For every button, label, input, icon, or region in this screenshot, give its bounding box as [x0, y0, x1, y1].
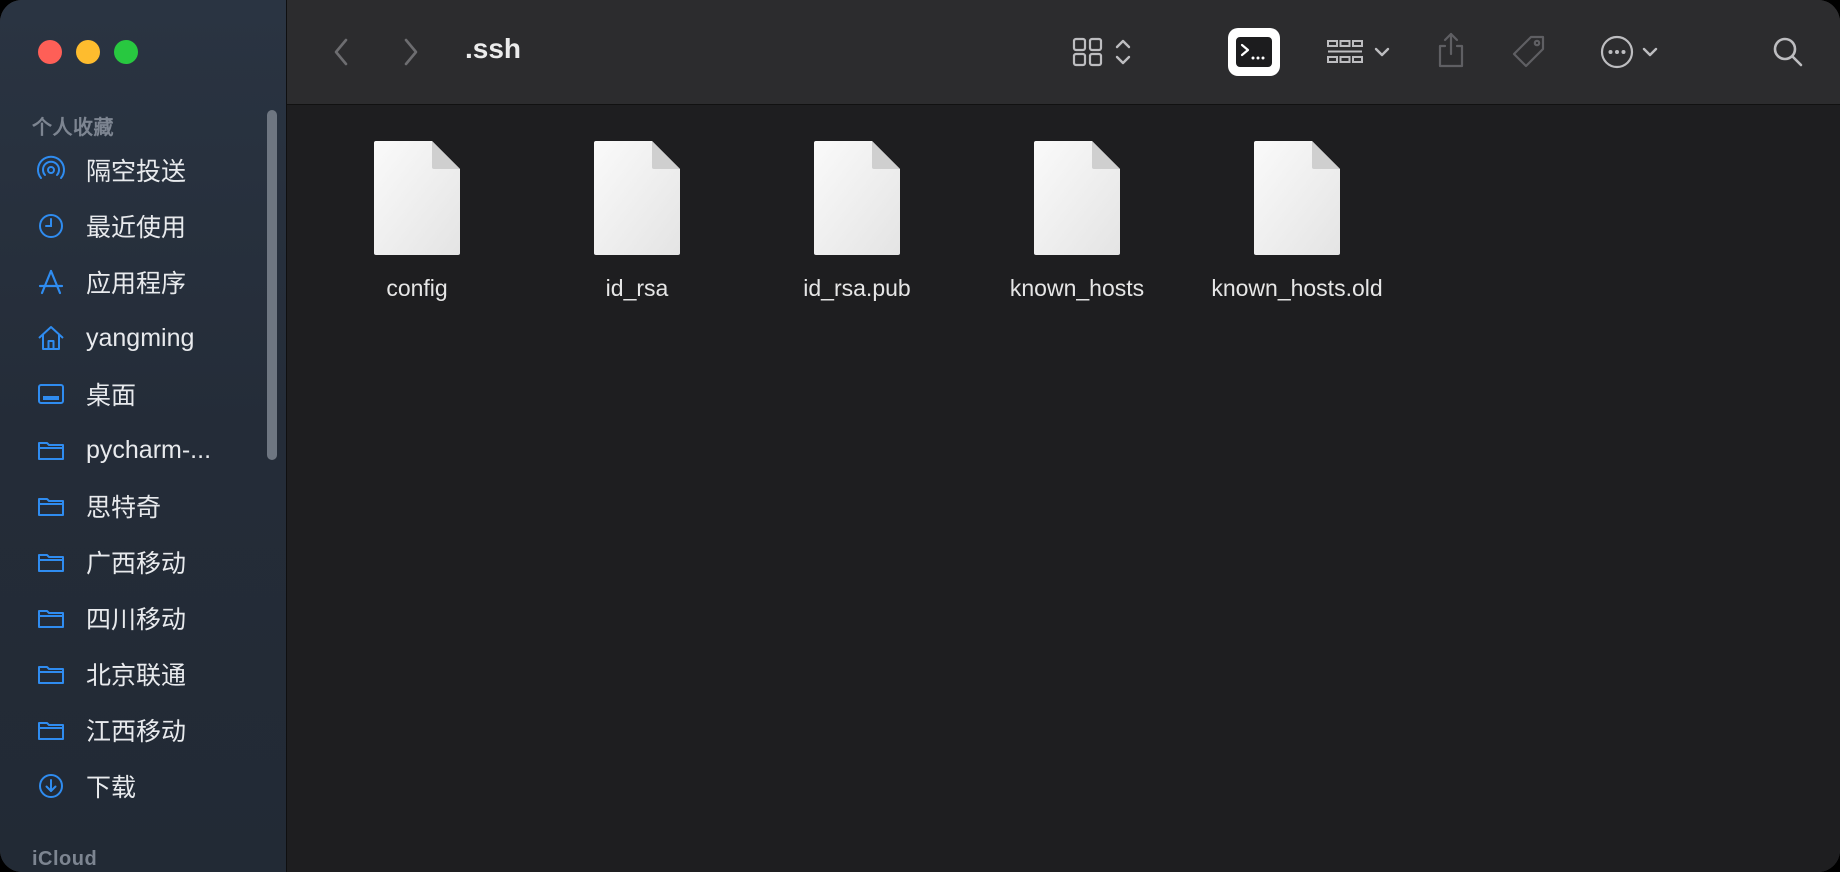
folder-icon	[36, 547, 66, 577]
sidebar-item-folder[interactable]: 四川移动	[0, 590, 270, 646]
chevron-left-icon	[334, 38, 348, 66]
sidebar-item-label: 思特奇	[86, 494, 162, 522]
sidebar-item-applications[interactable]: 应用程序	[0, 254, 270, 310]
folder-icon	[36, 659, 66, 689]
tag-button[interactable]	[1507, 30, 1551, 74]
file-name: config	[386, 275, 448, 301]
file-name: id_rsa	[605, 275, 669, 301]
download-icon	[36, 771, 66, 801]
file-browser: config id_rsa id_rsa.pub known_hosts kno…	[287, 105, 1840, 872]
sidebar-item-label: 北京联通	[86, 662, 187, 690]
sidebar-item-pycharm[interactable]: pycharm-...	[0, 422, 270, 478]
home-icon	[36, 323, 66, 353]
sidebar: 个人收藏 隔空投送 最近使用 应用程序 yangming 桌面 pycharm-…	[0, 0, 287, 872]
back-button[interactable]	[329, 34, 353, 70]
file-item[interactable]: id_rsa.pub	[757, 139, 957, 302]
chevron-down-icon	[1374, 47, 1390, 57]
sidebar-list: 隔空投送 最近使用 应用程序 yangming 桌面 pycharm-... 思…	[0, 142, 270, 814]
sidebar-item-recents[interactable]: 最近使用	[0, 198, 270, 254]
sidebar-item-home[interactable]: yangming	[0, 310, 270, 366]
airdrop-icon	[36, 155, 66, 185]
icon-grid-icon	[1072, 37, 1103, 67]
sidebar-item-label: 四川移动	[86, 606, 187, 634]
file-item[interactable]: known_hosts	[977, 139, 1177, 302]
folder-icon	[36, 435, 66, 465]
close-button[interactable]	[38, 40, 62, 64]
file-name: id_rsa.pub	[803, 275, 911, 301]
document-icon	[814, 141, 900, 255]
forward-button[interactable]	[399, 34, 423, 70]
sidebar-scrollbar[interactable]	[267, 110, 277, 460]
favorites-section-title: 个人收藏	[32, 117, 114, 139]
window-title: .ssh	[465, 33, 522, 64]
sidebar-item-folder[interactable]: 北京联通	[0, 646, 270, 702]
desktop-icon	[36, 379, 66, 409]
ellipsis-circle-icon	[1600, 35, 1634, 69]
view-mode-button[interactable]	[1064, 34, 1140, 70]
sidebar-item-label: 桌面	[86, 382, 137, 410]
chevron-down-icon	[1642, 47, 1658, 57]
sidebar-item-label: 最近使用	[86, 214, 187, 242]
search-icon	[1773, 37, 1803, 67]
sidebar-item-label: 江西移动	[86, 718, 187, 746]
sidebar-item-label: 隔空投送	[86, 158, 187, 186]
sidebar-item-folder[interactable]: 思特奇	[0, 478, 270, 534]
file-name: known_hosts.old	[1211, 275, 1383, 301]
tag-icon	[1512, 35, 1545, 68]
minimize-button[interactable]	[76, 40, 100, 64]
document-icon	[374, 141, 460, 255]
sidebar-item-desktop[interactable]: 桌面	[0, 366, 270, 422]
folder-icon	[36, 603, 66, 633]
icloud-section-title: iCloud	[32, 848, 98, 870]
group-icon	[1327, 40, 1363, 63]
terminal-button[interactable]	[1228, 28, 1280, 76]
folder-icon	[36, 491, 66, 521]
zoom-button[interactable]	[114, 40, 138, 64]
search-button[interactable]	[1766, 30, 1810, 74]
document-icon	[1254, 141, 1340, 255]
sidebar-item-label: 应用程序	[86, 270, 187, 298]
chevron-updown-icon	[1115, 39, 1131, 65]
file-name: known_hosts	[1009, 275, 1145, 301]
group-button[interactable]	[1320, 32, 1396, 72]
document-icon	[594, 141, 680, 255]
sidebar-item-label: yangming	[86, 323, 195, 352]
share-button[interactable]	[1431, 28, 1471, 72]
toolbar: .ssh	[287, 0, 1840, 105]
window-controls	[38, 40, 138, 64]
sidebar-item-downloads[interactable]: 下载	[0, 758, 270, 814]
file-item[interactable]: id_rsa	[537, 139, 737, 302]
share-icon	[1438, 32, 1464, 68]
clock-icon	[36, 211, 66, 241]
file-item[interactable]: config	[317, 139, 517, 302]
terminal-icon	[1236, 37, 1272, 67]
sidebar-item-airdrop[interactable]: 隔空投送	[0, 142, 270, 198]
sidebar-item-label: pycharm-...	[86, 435, 212, 464]
folder-icon	[36, 715, 66, 745]
sidebar-item-label: 广西移动	[86, 550, 187, 578]
more-button[interactable]	[1594, 30, 1664, 74]
chevron-right-icon	[404, 38, 418, 66]
sidebar-item-label: 下载	[86, 774, 137, 802]
file-item[interactable]: known_hosts.old	[1197, 139, 1397, 302]
sidebar-item-folder[interactable]: 广西移动	[0, 534, 270, 590]
document-icon	[1034, 141, 1120, 255]
finder-window: 个人收藏 隔空投送 最近使用 应用程序 yangming 桌面 pycharm-…	[0, 0, 1840, 872]
applications-icon	[36, 267, 66, 297]
sidebar-item-folder[interactable]: 江西移动	[0, 702, 270, 758]
